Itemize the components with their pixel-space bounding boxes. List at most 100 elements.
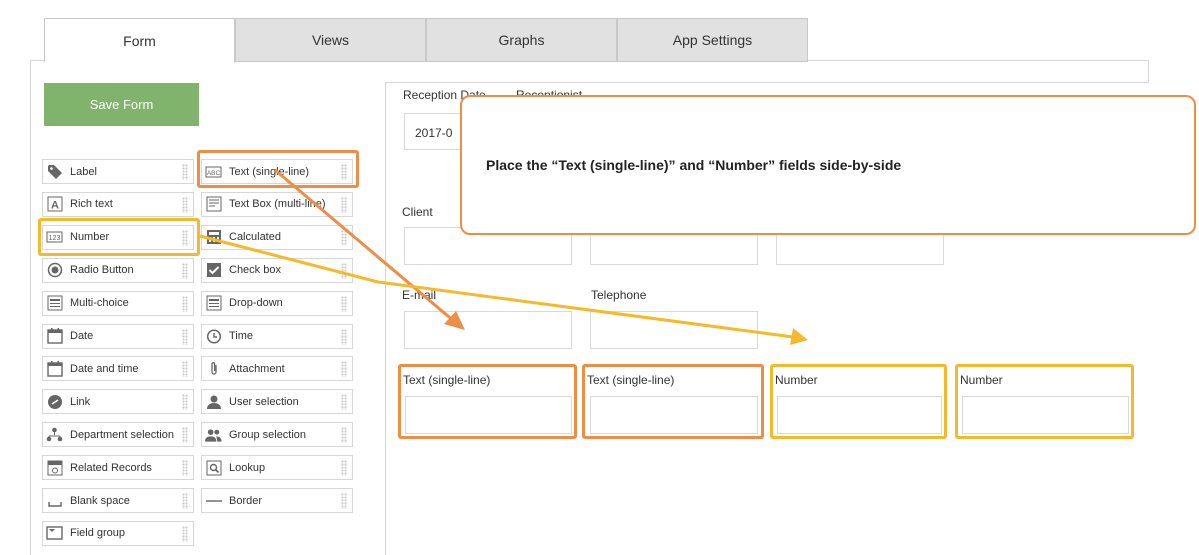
palette-number-highlight (38, 218, 200, 256)
paperclip-icon (205, 360, 222, 377)
drag-handle-icon[interactable] (341, 493, 347, 509)
palette-item-multi-choice[interactable]: Multi-choice (42, 290, 194, 316)
drag-handle-icon[interactable] (182, 164, 188, 180)
palette-item-label: Calculated (229, 231, 281, 244)
drag-handle-icon[interactable] (182, 525, 188, 542)
number-field-1-input[interactable] (777, 396, 942, 434)
palette-item-blank-space[interactable]: Blank space (42, 488, 194, 513)
drag-handle-icon[interactable] (182, 493, 188, 509)
palette-item-label: Group selection (229, 428, 307, 441)
drag-handle-icon[interactable] (341, 262, 347, 279)
palette-item-label: Related Records (70, 461, 152, 474)
palette-item-label[interactable]: Label (42, 159, 194, 184)
palette-item-lookup[interactable]: Lookup (201, 455, 353, 481)
instruction-callout: Place the “Text (single-line)” and “Numb… (460, 95, 1196, 235)
drag-handle-icon[interactable] (341, 394, 347, 411)
drag-handle-icon[interactable] (182, 460, 188, 477)
drag-handle-icon[interactable] (182, 295, 188, 312)
number-field-2-input[interactable] (962, 396, 1129, 434)
department-icon (46, 426, 63, 443)
drag-handle-icon[interactable] (182, 262, 188, 279)
email-field[interactable] (404, 311, 572, 349)
drag-handle-icon[interactable] (341, 361, 347, 378)
tab-app-settings[interactable]: App Settings (617, 18, 808, 62)
lookup-icon (205, 459, 222, 476)
date-icon (46, 328, 63, 345)
tab-form[interactable]: Form (44, 18, 235, 63)
palette-item-label: Attachment (229, 362, 285, 375)
tab-graphs[interactable]: Graphs (426, 18, 617, 62)
palette-item-link[interactable]: Link (42, 389, 194, 415)
palette-item-label: Lookup (229, 461, 266, 474)
palette-item-label: Blank space (70, 494, 130, 507)
drag-handle-icon[interactable] (341, 295, 347, 312)
drag-handle-icon[interactable] (182, 394, 188, 411)
palette-item-check-box[interactable]: Check box (201, 257, 353, 283)
tab-bar: Form Views Graphs App Settings (44, 18, 808, 63)
palette-item-drop-down[interactable]: Drop-down (201, 290, 353, 316)
palette-item-department-selection[interactable]: Department selection (42, 422, 194, 448)
palette-item-label: Field group (70, 527, 126, 540)
palette-item-rich-text[interactable]: A Rich text (42, 191, 194, 217)
text-box-icon (205, 196, 222, 213)
text-field-2-label: Text (single-line) (587, 373, 675, 387)
calculator-icon (205, 229, 222, 246)
text-single-line-field-2[interactable]: Text (single-line) (582, 364, 764, 439)
drag-handle-icon[interactable] (182, 328, 188, 345)
palette-item-border[interactable]: Border (201, 488, 353, 513)
palette-item-related-records[interactable]: Related Records (42, 455, 194, 481)
number-field-2[interactable]: Number (955, 364, 1134, 439)
palette-item-text-box-multi-line[interactable]: Text Box (multi-line) (201, 191, 353, 217)
date-time-icon (46, 360, 63, 377)
save-form-button[interactable]: Save Form (44, 83, 199, 126)
drag-handle-icon[interactable] (182, 196, 188, 213)
text-field-1-input[interactable] (405, 396, 572, 434)
number-field-1[interactable]: Number (770, 364, 947, 439)
user-icon (205, 393, 222, 410)
radio-button-icon (46, 262, 63, 279)
telephone-field[interactable] (590, 311, 758, 349)
multi-choice-icon (46, 295, 63, 312)
link-icon (46, 393, 63, 410)
palette-item-label: Multi-choice (70, 297, 129, 310)
tab-views[interactable]: Views (235, 18, 426, 62)
rich-text-icon: A (46, 196, 63, 213)
checkbox-icon (205, 262, 222, 279)
drag-handle-icon[interactable] (341, 328, 347, 345)
palette-text-single-line-highlight (197, 150, 359, 188)
palette-item-label: User selection (229, 395, 299, 408)
palette-item-label: Radio Button (70, 264, 134, 277)
palette-item-field-group[interactable]: Field group (42, 520, 194, 546)
palette-item-label: Check box (229, 264, 281, 277)
drag-handle-icon[interactable] (341, 427, 347, 444)
drag-handle-icon[interactable] (182, 427, 188, 444)
palette-item-label: Border (229, 494, 263, 507)
text-field-1-label: Text (single-line) (403, 373, 491, 387)
number-field-2-label: Number (960, 373, 1003, 387)
border-icon (205, 492, 222, 509)
text-field-2-input[interactable] (590, 396, 758, 434)
palette-item-calculated[interactable]: Calculated (201, 224, 353, 250)
palette-item-attachment[interactable]: Attachment (201, 356, 353, 382)
palette-item-date-and-time[interactable]: Date and time (42, 356, 194, 382)
palette-item-radio-button[interactable]: Radio Button (42, 257, 194, 283)
telephone-label: Telephone (591, 288, 647, 302)
clock-icon (205, 328, 222, 345)
palette-item-label: Rich text (70, 198, 113, 211)
palette-item-time[interactable]: Time (201, 323, 353, 349)
drag-handle-icon[interactable] (341, 229, 347, 246)
palette-item-label: Drop-down (229, 297, 283, 310)
palette-item-group-selection[interactable]: Group selection (201, 422, 353, 448)
palette-item-label: Date (70, 330, 94, 342)
palette-item-label: Label (70, 165, 97, 178)
palette-item-label: Department selection (70, 428, 174, 441)
drag-handle-icon[interactable] (341, 460, 347, 477)
callout-text: Place the “Text (single-line)” and “Numb… (486, 157, 902, 173)
palette-item-user-selection[interactable]: User selection (201, 389, 353, 415)
drag-handle-icon[interactable] (182, 361, 188, 378)
text-single-line-field-1[interactable]: Text (single-line) (398, 364, 577, 439)
group-icon (205, 426, 222, 443)
palette-item-date[interactable]: Date (42, 323, 194, 349)
drag-handle-icon[interactable] (341, 196, 347, 213)
tag-icon (46, 163, 63, 180)
